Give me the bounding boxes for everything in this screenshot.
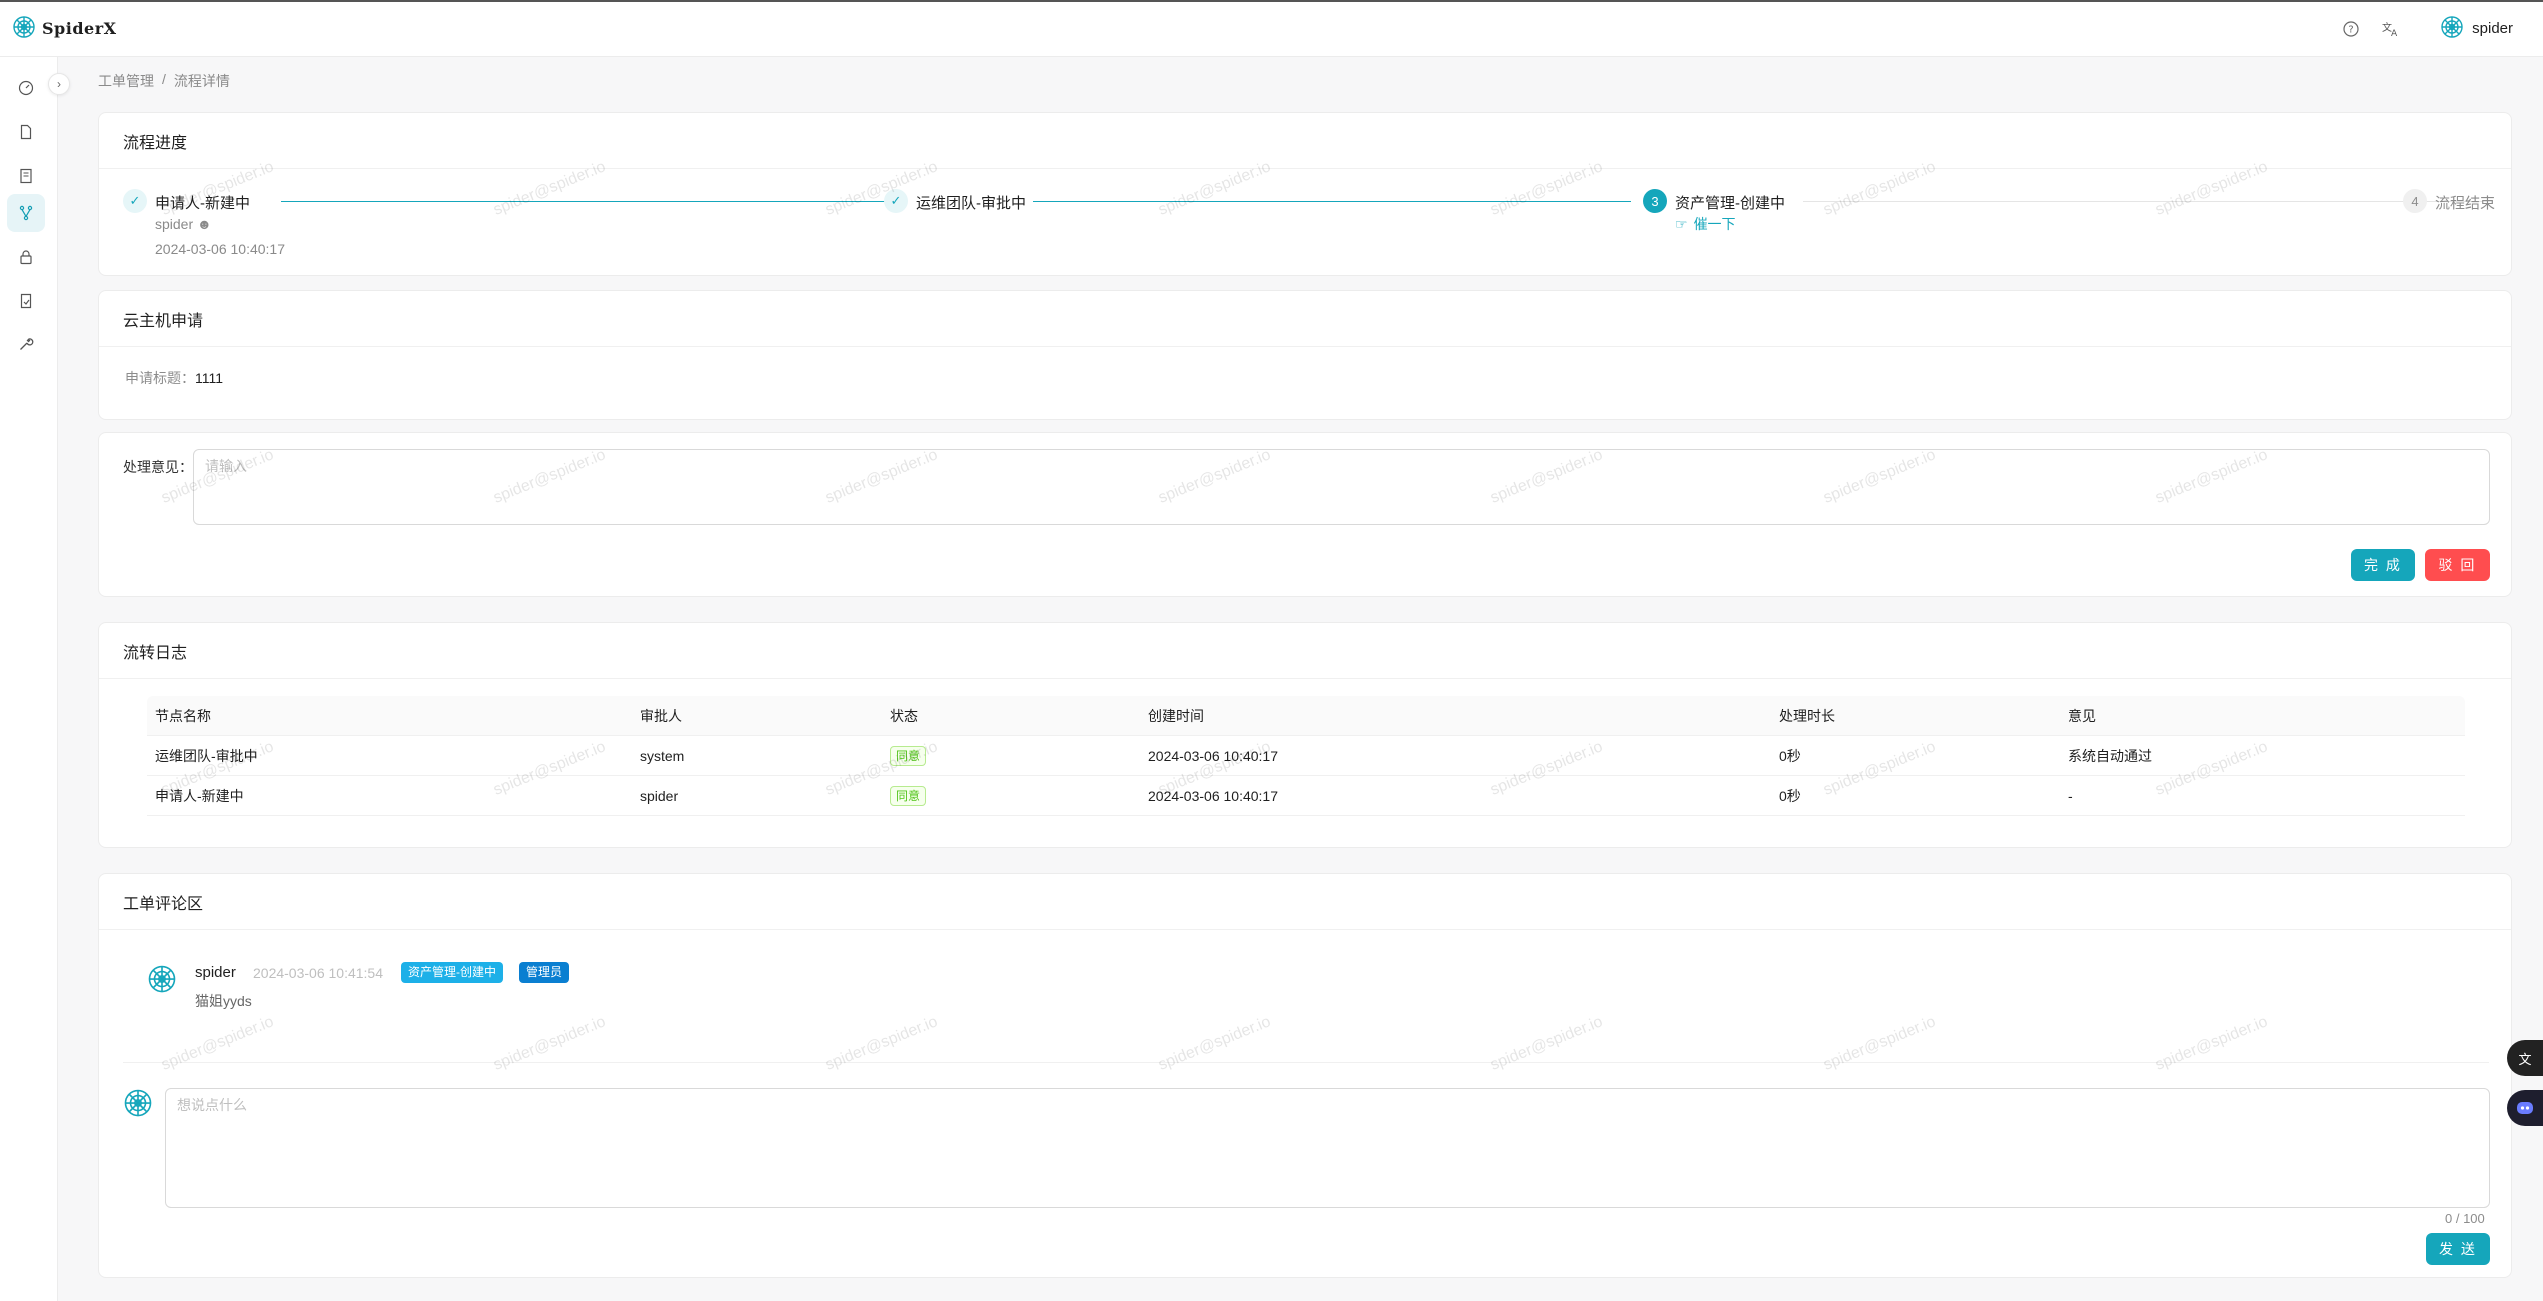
breadcrumb-separator: / [162, 71, 166, 87]
top-bar: SpiderX ? 文A spider [0, 0, 2543, 57]
user-icon: ☻ [197, 216, 212, 232]
comment-author: spider [195, 964, 236, 981]
cell-opinion: - [2068, 788, 2073, 804]
step-done-check-icon: ✓ [884, 189, 908, 213]
cell-status: 同意 [890, 776, 927, 816]
cell-duration: 0秒 [1779, 748, 1801, 764]
step-1-title: 申请人-新建中 [155, 195, 250, 212]
complete-button[interactable]: 完 成 [2351, 549, 2415, 581]
step-1-time: 2024-03-06 10:40:17 [155, 241, 285, 257]
cell-approver: spider [640, 788, 679, 804]
workflow-icon[interactable] [7, 194, 45, 232]
step-3-number: 3 [1643, 189, 1667, 213]
step-4-title: 流程结束 [2435, 195, 2496, 212]
brand-name: SpiderX [42, 18, 117, 38]
step-4-number: 4 [2403, 189, 2427, 213]
log-table: 节点名称 审批人 状态 创建时间 处理时长 意见 运维团队-审批中 system… [147, 696, 2465, 816]
sidebar [0, 57, 58, 1301]
avatar [2440, 15, 2464, 43]
field-value: 1111 [195, 370, 224, 386]
progress-title: 流程进度 [99, 113, 2511, 169]
divider [123, 1062, 2489, 1063]
comment-input[interactable]: 想说点什么 [165, 1088, 2490, 1208]
cell-node: 申请人-新建中 [155, 788, 244, 804]
breadcrumb: 工单管理 / 流程详情 [98, 71, 230, 91]
cell-approver: system [640, 748, 685, 764]
log-card: 流转日志 节点名称 审批人 状态 创建时间 处理时长 意见 运维团队-审批中 s… [98, 622, 2512, 848]
step-connector [1033, 201, 1631, 202]
step-3-title: 资产管理-创建中 [1675, 195, 1785, 212]
help-icon[interactable]: ? [2342, 20, 2360, 38]
opinion-label: 处理意见： [123, 459, 193, 475]
float-translate-icon[interactable]: 文 [2507, 1040, 2543, 1076]
urge-button[interactable]: ☞ 催一下 [1675, 214, 1736, 234]
steps: ✓ 申请人-新建中 spider ☻ 2024-03-06 10:40:17 ✓… [123, 189, 2503, 259]
char-counter: 0 / 100 [2445, 1211, 2485, 1226]
step-1-user: spider ☻ [155, 216, 212, 232]
urge-label: 催一下 [1693, 216, 1736, 232]
col-created: 创建时间 [1148, 708, 1204, 724]
audit-icon[interactable] [7, 282, 45, 320]
cell-duration: 0秒 [1779, 788, 1801, 804]
cell-opinion: 系统自动通过 [2068, 748, 2152, 764]
dashboard-icon[interactable] [7, 69, 45, 107]
comment-text: 猫姐yyds [195, 993, 252, 1009]
svg-text:?: ? [2348, 24, 2353, 35]
progress-card: 流程进度 ✓ 申请人-新建中 spider ☻ 2024-03-06 10:40… [98, 112, 2512, 276]
step-done-check-icon: ✓ [123, 189, 147, 213]
comments-card: 工单评论区 spider 2024-03-06 10:41:54 资产管理-创建… [98, 873, 2512, 1278]
hand-icon: ☞ [1675, 215, 1688, 232]
opinion-input[interactable]: 请输入 [193, 449, 2490, 525]
col-duration: 处理时长 [1779, 708, 1835, 724]
comments-title: 工单评论区 [99, 874, 2511, 930]
breadcrumb-item-ticket[interactable]: 工单管理 [98, 71, 154, 91]
application-field: 申请标题：1111 [125, 368, 223, 388]
col-opinion: 意见 [2068, 708, 2096, 724]
cell-created: 2024-03-06 10:40:17 [1148, 748, 1278, 764]
field-label: 申请标题： [125, 370, 195, 386]
comment-time: 2024-03-06 10:41:54 [253, 965, 383, 981]
user-name: spider [2472, 20, 2513, 37]
tool-icon[interactable] [7, 325, 45, 363]
application-card: 云主机申请 申请标题：1111 [98, 290, 2512, 420]
log-title: 流转日志 [99, 623, 2511, 679]
svg-text:A: A [2391, 29, 2398, 37]
send-button[interactable]: 发 送 [2426, 1233, 2490, 1265]
cell-created: 2024-03-06 10:40:17 [1148, 788, 1278, 804]
comment-avatar [147, 964, 177, 997]
status-badge: 同意 [890, 786, 927, 806]
brand[interactable]: SpiderX [12, 15, 117, 42]
cell-node: 运维团队-审批中 [155, 748, 258, 764]
top-border [0, 0, 2543, 2]
status-badge: 同意 [890, 746, 927, 766]
document-icon[interactable] [7, 113, 45, 151]
table-row: 申请人-新建中 spider 同意 2024-03-06 10:40:17 0秒… [147, 776, 2465, 816]
col-approver: 审批人 [640, 708, 682, 724]
user-menu[interactable]: spider [2440, 15, 2513, 43]
my-avatar [123, 1088, 153, 1121]
breadcrumb-item-detail: 流程详情 [173, 73, 230, 89]
step-2-title: 运维团队-审批中 [916, 195, 1026, 212]
opinion-card: 处理意见： 请输入 完 成 驳 回 [98, 432, 2512, 597]
col-node: 节点名称 [155, 708, 211, 724]
step-connector [1803, 201, 2493, 202]
table-row: 运维团队-审批中 system 同意 2024-03-06 10:40:17 0… [147, 736, 2465, 776]
step-connector [281, 201, 887, 202]
col-status: 状态 [890, 708, 918, 724]
reject-button[interactable]: 驳 回 [2425, 549, 2490, 581]
translate-icon[interactable]: 文A [2382, 20, 2400, 38]
cell-status: 同意 [890, 736, 927, 776]
float-chatbot-icon[interactable] [2507, 1090, 2543, 1126]
lock-icon[interactable] [7, 238, 45, 276]
book-icon[interactable] [7, 157, 45, 195]
table-header: 节点名称 审批人 状态 创建时间 处理时长 意见 [147, 696, 2465, 736]
spider-logo-icon [12, 15, 36, 42]
comment-node-tag: 资产管理-创建中 [401, 962, 503, 983]
application-title: 云主机申请 [99, 291, 2511, 347]
sidebar-collapse-button[interactable]: › [48, 73, 70, 95]
comment-role-tag: 管理员 [519, 962, 570, 983]
